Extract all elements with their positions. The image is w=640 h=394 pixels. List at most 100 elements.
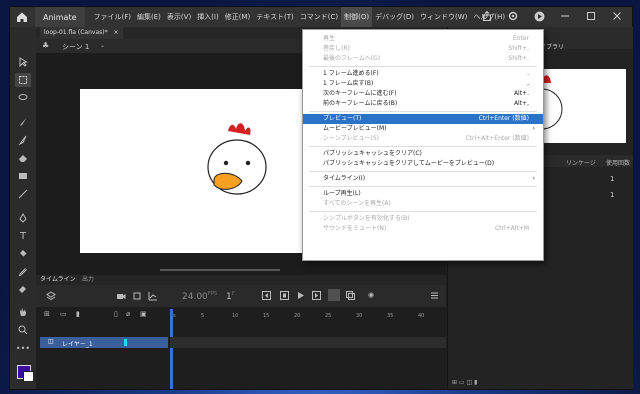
control-menu-item[interactable]: シンプルボタンを有効化する(B) <box>303 214 543 224</box>
paint-bucket-icon[interactable] <box>15 247 31 261</box>
close-icon[interactable]: × <box>114 29 119 36</box>
menu-item[interactable]: 修正(M) <box>222 7 254 27</box>
control-menu-item[interactable]: ループ再生(L) <box>303 189 543 199</box>
layer-name[interactable]: レイヤー_1 <box>62 339 93 348</box>
close-icon[interactable] <box>610 9 624 23</box>
maximize-icon[interactable] <box>584 9 598 23</box>
paint-brush-icon[interactable] <box>15 133 31 147</box>
visibility-icon[interactable]: ⌀ <box>126 310 130 318</box>
settings-icon[interactable] <box>506 9 520 23</box>
current-frame[interactable]: 1 <box>226 292 232 302</box>
playhead[interactable] <box>170 309 173 389</box>
timeline-body: ⊞ ▭ ▮ ▯ ⌀ ▣ 1s510152025303540 <box>36 307 446 389</box>
text-tool-icon[interactable]: T <box>15 229 31 243</box>
control-menu-item[interactable]: 巻戻し(R) Shift+, <box>303 44 543 54</box>
control-menu-item[interactable]: ムービープレビュー(M) › <box>303 124 543 134</box>
folder-icon[interactable]: ▭ <box>60 310 67 318</box>
menu-item[interactable]: デバッグ(D) <box>372 7 417 27</box>
menu-item[interactable]: 挿入(I) <box>194 7 222 27</box>
menu-item[interactable]: ファイル(F) <box>91 7 135 27</box>
more-tools-icon[interactable]: ••• <box>15 341 31 355</box>
first-frame-icon[interactable] <box>262 291 271 302</box>
control-menu-item[interactable]: サウンドをミュート(N) Ctrl+Alt+M <box>303 224 543 234</box>
control-menu-item[interactable]: パブリッシュキャッシュをクリア(C) <box>303 149 543 159</box>
ruler-tick-label: 15 <box>263 313 270 319</box>
control-menu-item[interactable]: 最後のフレームへ(G) Shift+. <box>303 54 543 64</box>
control-menu-item-shortcut: Ctrl+Enter (数値) <box>478 115 529 122</box>
graph-icon[interactable] <box>148 291 158 303</box>
fill-color-swatch[interactable] <box>23 371 34 382</box>
outline-icon[interactable]: ▯ <box>114 310 118 318</box>
control-menu-item[interactable]: 再生 Enter <box>303 34 543 44</box>
menu-item[interactable]: 制御(O) <box>341 7 373 27</box>
control-menu-item-label: プレビュー(T) <box>323 115 362 122</box>
control-menu-item[interactable]: パブリッシュキャッシュをクリアしてムービーをプレビュー(D) <box>303 159 543 169</box>
chevron-down-icon[interactable]: ⌄ <box>100 42 105 49</box>
play-icon[interactable] <box>296 291 305 302</box>
step-forward-icon[interactable] <box>312 291 321 302</box>
panel-menu-icon[interactable] <box>430 291 439 302</box>
control-menu-item-label: タイムライン(I) <box>323 175 366 182</box>
layer-depth-icon[interactable] <box>132 291 142 303</box>
minimize-icon[interactable] <box>558 9 572 23</box>
app-name-tab[interactable]: Animate <box>35 7 85 27</box>
share-icon[interactable] <box>480 9 494 23</box>
control-menu-item-shortcut: Alt+, <box>513 100 529 107</box>
menu-item[interactable]: コマンド(C) <box>297 7 341 27</box>
free-transform-tool-icon[interactable] <box>15 73 31 87</box>
control-menu-item[interactable]: 1 フレーム戻す(B), <box>303 79 543 89</box>
control-menu-item-label: 再生 <box>323 35 336 42</box>
tab-output[interactable]: 出力 <box>82 275 94 285</box>
control-menu-item[interactable]: タイムライン(I) › <box>303 174 543 184</box>
control-menu-item-label: 前のキーフレームに戻る(B) <box>323 100 398 107</box>
pen-tool-icon[interactable] <box>15 211 31 225</box>
column-usage[interactable]: 使用回数 <box>606 158 630 167</box>
control-menu-item[interactable]: すべてのシーンを再生(A) <box>303 199 543 209</box>
control-menu-item[interactable]: シーンプレビュー(S) Ctrl+Alt+Enter (数値) <box>303 134 543 144</box>
control-menu-item[interactable]: 前のキーフレームに戻る(B) Alt+, <box>303 99 543 109</box>
fps-value[interactable]: 24.00 <box>182 292 208 302</box>
camera-icon[interactable] <box>116 291 126 303</box>
rectangle-tool-icon[interactable] <box>15 169 31 183</box>
bone-tool-icon[interactable] <box>15 283 31 297</box>
selection-tool-icon[interactable] <box>15 55 31 69</box>
insert-keyframe-icon[interactable] <box>328 289 340 301</box>
step-back-icon[interactable] <box>280 291 289 302</box>
home-icon[interactable] <box>13 8 31 26</box>
trash-icon[interactable]: ▮ <box>76 310 80 318</box>
layer-row[interactable]: ◫ レイヤー_1 <box>40 337 168 348</box>
eraser-tool-icon[interactable] <box>15 151 31 165</box>
line-tool-icon[interactable] <box>15 187 31 201</box>
column-linkage[interactable]: リンケージ <box>566 158 596 167</box>
ruler-tick-label: 35 <box>387 313 394 319</box>
eyedropper-icon[interactable] <box>15 265 31 279</box>
play-icon[interactable] <box>532 9 546 23</box>
frames-row[interactable] <box>170 337 446 348</box>
horizontal-scrollbar[interactable] <box>160 269 280 271</box>
ruler-tick-label: 10 <box>232 313 239 319</box>
lasso-tool-icon[interactable] <box>15 91 31 105</box>
zoom-tool-icon[interactable] <box>15 323 31 337</box>
control-menu-item[interactable]: プレビュー(T) Ctrl+Enter (数値) <box>303 114 543 124</box>
document-tab[interactable]: loop-01.fla (Canvas)* × <box>40 27 123 39</box>
control-menu-item[interactable]: 次のキーフレームに進む(F) Alt+. <box>303 89 543 99</box>
menu-item[interactable]: ウィンドウ(W) <box>417 7 470 27</box>
control-menu-item-shortcut: Ctrl+Alt+Enter (数値) <box>465 135 529 142</box>
layers-icon[interactable] <box>46 291 56 303</box>
brush-tool-icon[interactable] <box>15 115 31 129</box>
menu-item[interactable]: テキスト(T) <box>253 7 297 27</box>
hand-tool-icon[interactable] <box>15 305 31 319</box>
add-layer-icon[interactable]: ⊞ <box>44 310 50 318</box>
control-menu-item[interactable]: 1 フレーム進める(F). <box>303 69 543 79</box>
control-menu-item-label: すべてのシーンを再生(A) <box>323 200 391 207</box>
timeline-ruler[interactable]: 1s510152025303540 <box>170 313 446 323</box>
menu-item[interactable]: 編集(E) <box>134 7 164 27</box>
menu-item[interactable]: 表示(V) <box>164 7 194 27</box>
control-menu-item-label: シーンプレビュー(S) <box>323 135 380 142</box>
tab-timeline[interactable]: タイムライン <box>40 275 76 285</box>
onion-skin-icon[interactable] <box>346 291 355 302</box>
loop-icon[interactable]: ◉ <box>368 291 374 299</box>
library-footer-icons[interactable]: ⊞ ▭ ◫ ▮ <box>452 379 522 387</box>
lock-icon[interactable]: ▣ <box>140 310 147 318</box>
scene-label[interactable]: シーン 1 <box>62 42 89 52</box>
